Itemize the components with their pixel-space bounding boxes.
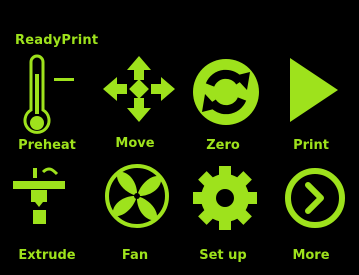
zero-label: Zero <box>206 138 240 153</box>
fan-button[interactable]: Fan <box>92 160 178 272</box>
more-button[interactable]: More <box>268 160 354 272</box>
move-button[interactable]: Move <box>92 52 178 164</box>
setup-label: Set up <box>199 248 247 263</box>
preheat-button[interactable]: Preheat <box>4 52 90 164</box>
extrude-label: Extrude <box>18 248 76 263</box>
preheat-label: Preheat <box>18 138 76 153</box>
print-button[interactable]: Print <box>268 52 354 164</box>
app-title: ReadyPrint <box>15 33 99 48</box>
extrude-button[interactable]: Extrude <box>4 160 90 272</box>
move-label: Move <box>115 136 155 151</box>
fan-label: Fan <box>121 248 149 263</box>
setup-button[interactable]: Set up <box>180 160 266 272</box>
printer-screen: ReadyPrint Preheat Move Zero Print Extru… <box>0 0 359 275</box>
print-label: Print <box>293 138 329 153</box>
zero-button[interactable]: Zero <box>180 52 266 164</box>
more-label: More <box>292 248 330 263</box>
